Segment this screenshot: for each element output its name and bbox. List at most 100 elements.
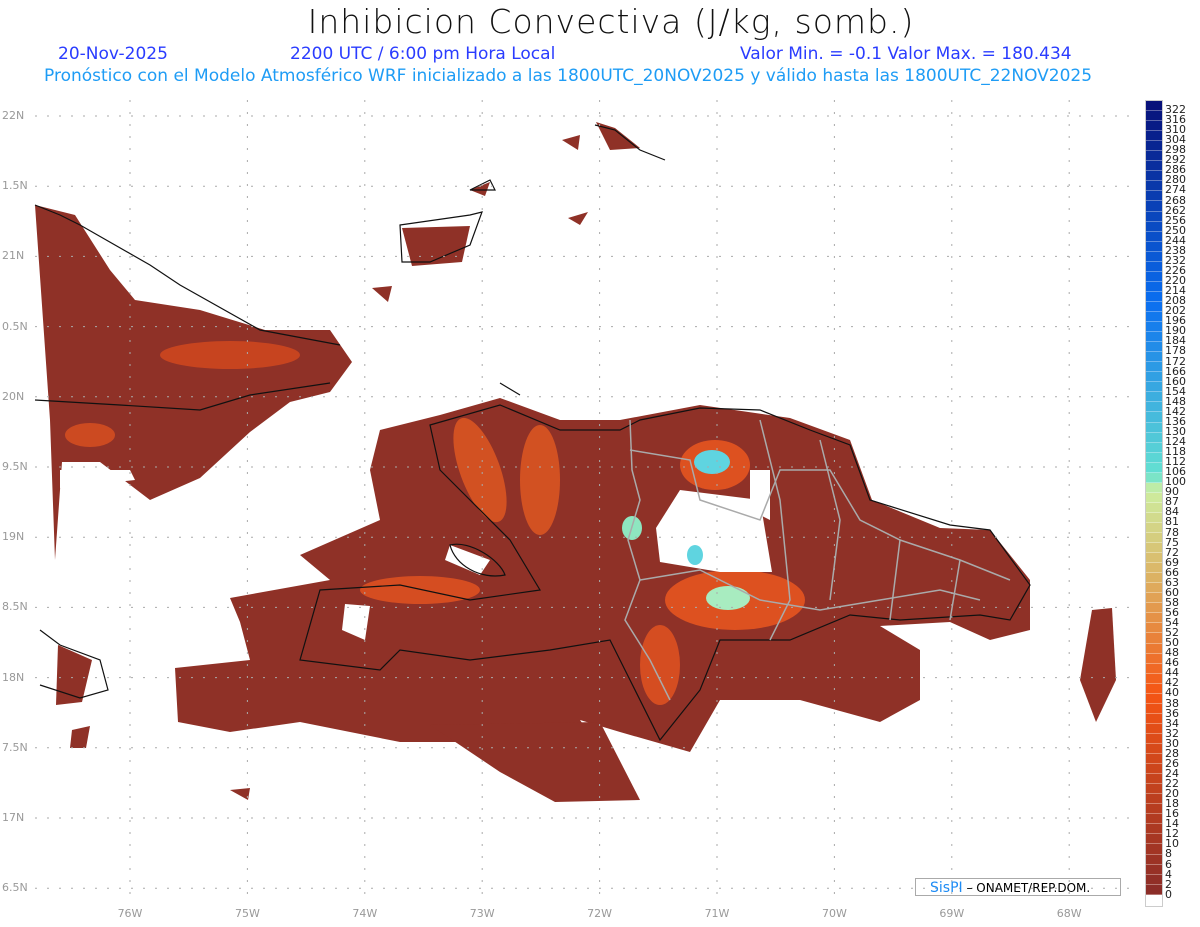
colorbar-cell <box>1146 794 1162 805</box>
colorbar-cell <box>1146 613 1162 624</box>
colorbar-cell <box>1146 583 1162 594</box>
colorbar-cell <box>1146 171 1162 182</box>
colorbar-cell <box>1146 723 1162 734</box>
lat-label: 9.5N <box>2 460 28 473</box>
lat-label: 18N <box>2 670 25 684</box>
colorbar-cell <box>1146 573 1162 584</box>
colorbar-cell <box>1146 452 1162 463</box>
field-east-edge <box>1080 608 1116 722</box>
colorbar-cell <box>1146 834 1162 845</box>
field-cuba-east <box>35 205 352 560</box>
colorbar-cell <box>1146 854 1162 865</box>
field-north-islands <box>470 122 640 225</box>
credit-brand: SisPI <box>930 880 963 896</box>
colorbar-cell <box>1146 362 1162 373</box>
lat-label: 7.5N <box>2 740 28 754</box>
colorbar-cell <box>1146 301 1162 312</box>
colorbar-cell <box>1146 814 1162 825</box>
colorbar-label: 0 <box>1165 887 1172 901</box>
lat-label: 6.5N <box>2 881 28 895</box>
colorbar-cell <box>1146 482 1162 493</box>
field-shading <box>35 122 1116 802</box>
colorbar-cell <box>1146 764 1162 775</box>
colorbar-cell <box>1146 322 1162 333</box>
lon-label: 68W <box>1056 907 1082 920</box>
colorbar-cell <box>1146 111 1162 122</box>
map-canvas <box>34 100 1135 900</box>
colorbar-cell <box>1146 221 1162 232</box>
colorbar-cell <box>1146 522 1162 534</box>
colorbar-cell <box>1146 643 1162 654</box>
lon-label: 71W <box>704 907 730 920</box>
colorbar-cell <box>1146 713 1162 724</box>
lon-label: 69W <box>939 907 965 920</box>
colorbar-cell <box>1146 492 1162 503</box>
colorbar-cell <box>1146 462 1162 473</box>
colorbar-cell <box>1146 392 1162 403</box>
credit-box: SisPI – ONAMET/REP.DOM. <box>915 878 1121 896</box>
colorbar-cell <box>1146 683 1162 694</box>
colorbar-cell <box>1146 693 1162 704</box>
colorbar-cell <box>1146 733 1162 744</box>
colorbar-cell <box>1146 804 1162 815</box>
colorbar-cell <box>1146 141 1162 152</box>
colorbar-cell <box>1146 181 1162 192</box>
lat-label: 1.5N <box>2 179 28 193</box>
colorbar-cell <box>1146 744 1162 755</box>
lon-label: 70W <box>821 907 847 920</box>
colorbar <box>1145 100 1163 907</box>
colorbar-cell <box>1146 543 1162 554</box>
colorbar-cell <box>1146 422 1162 433</box>
lat-label: 20N <box>2 389 25 403</box>
colorbar-cell <box>1146 271 1162 282</box>
field-south-lobe <box>430 722 640 802</box>
lat-label: 19N <box>2 530 25 544</box>
colorbar-cell <box>1146 593 1162 604</box>
colorbar-cell <box>1146 151 1162 162</box>
colorbar-cell <box>1146 512 1162 523</box>
colorbar-cell <box>1146 603 1162 614</box>
colorbar-cell <box>1146 241 1162 252</box>
lon-label: 76W <box>117 907 143 920</box>
colorbar-cell <box>1146 231 1162 242</box>
colorbar-cell <box>1146 121 1162 132</box>
colorbar-cell <box>1146 332 1162 343</box>
colorbar-cell <box>1146 703 1162 714</box>
colorbar-cell <box>1146 442 1162 453</box>
colorbar-cell <box>1146 633 1162 644</box>
colorbar-cell <box>1146 101 1162 112</box>
colorbar-cell <box>1146 754 1162 765</box>
colorbar-cell <box>1146 774 1162 785</box>
lon-label: 72W <box>587 907 613 920</box>
weather-map-figure: Inhibicion Convectiva (J/kg, somb.) 20-N… <box>0 0 1200 927</box>
colorbar-cell <box>1146 161 1162 172</box>
colorbar-cell <box>1146 191 1162 202</box>
colorbar-cell <box>1146 211 1162 222</box>
colorbar-cell <box>1146 131 1162 142</box>
colorbar-cell <box>1146 663 1162 674</box>
lat-label: 21N <box>2 249 25 263</box>
colorbar-cell <box>1146 874 1162 885</box>
colorbar-cell <box>1146 673 1162 684</box>
colorbar-cell <box>1146 844 1162 855</box>
lat-label: 8.5N <box>2 600 28 614</box>
colorbar-cell <box>1146 201 1162 212</box>
colorbar-cell <box>1146 824 1162 835</box>
colorbar-cell <box>1146 412 1162 423</box>
colorbar-cell <box>1146 563 1162 574</box>
colorbar-cell <box>1146 472 1162 483</box>
colorbar-cell <box>1146 402 1162 413</box>
colorbar-cell <box>1146 502 1162 513</box>
lon-label: 75W <box>234 907 260 920</box>
colorbar-cell <box>1146 653 1162 664</box>
colorbar-cell <box>1146 281 1162 292</box>
lat-label: 22N <box>2 109 25 122</box>
colorbar-cell <box>1146 533 1162 544</box>
colorbar-cell <box>1146 291 1162 302</box>
colorbar-cell <box>1146 261 1162 272</box>
colorbar-cell <box>1146 432 1162 443</box>
lat-label: 17N <box>2 811 25 824</box>
colorbar-cell <box>1146 784 1162 795</box>
colorbar-cell <box>1146 372 1162 383</box>
colorbar-cell <box>1146 884 1162 895</box>
